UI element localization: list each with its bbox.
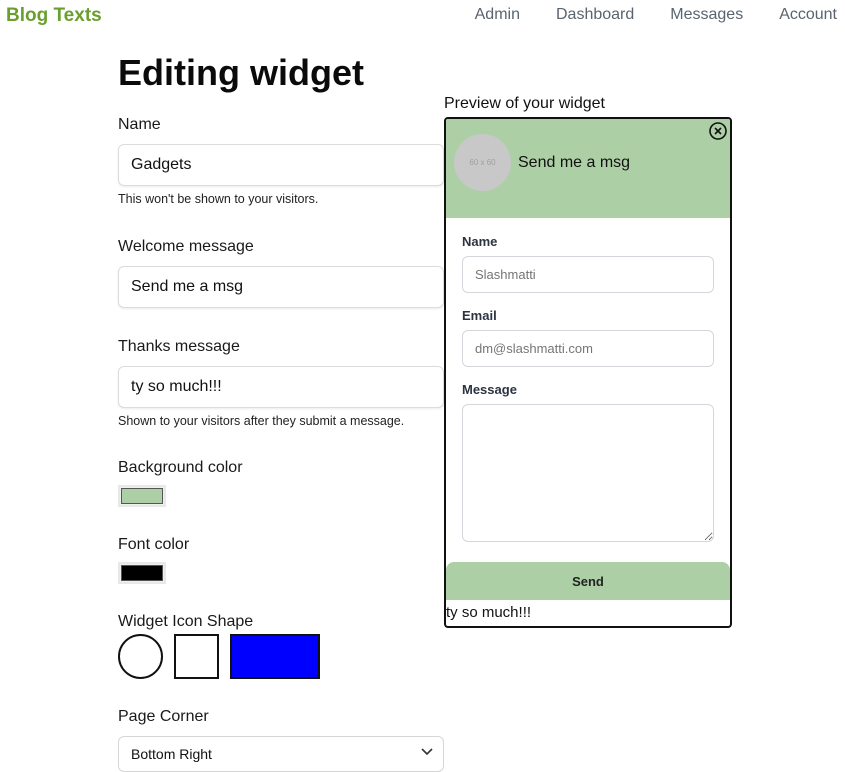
name-input[interactable]: [118, 144, 444, 186]
welcome-label: Welcome message: [118, 238, 254, 255]
nav-account[interactable]: Account: [779, 6, 837, 24]
preview-label: Preview of your widget: [444, 95, 605, 112]
font-color-label: Font color: [118, 536, 190, 553]
icon-shape-label: Widget Icon Shape: [118, 613, 254, 630]
brand-logo[interactable]: Blog Texts: [6, 5, 102, 27]
widget-title: Send me a msg: [518, 154, 631, 171]
font-color-swatch: [121, 565, 163, 581]
widget-name-input[interactable]: [462, 256, 714, 293]
thanks-input[interactable]: [118, 366, 444, 408]
shape-circle-option[interactable]: [118, 634, 163, 679]
send-button[interactable]: Send: [446, 562, 730, 600]
widget-email-input[interactable]: [462, 330, 714, 367]
widget-email-label: Email: [462, 308, 497, 323]
name-help: This won't be shown to your visitors.: [118, 192, 319, 206]
bg-color-label: Background color: [118, 459, 243, 476]
nav-messages[interactable]: Messages: [670, 6, 743, 24]
widget-message-textarea[interactable]: [462, 404, 714, 542]
widget-header: 60 x 60 Send me a msg: [446, 119, 730, 218]
nav-admin[interactable]: Admin: [475, 6, 520, 24]
name-label: Name: [118, 116, 161, 133]
corner-label: Page Corner: [118, 708, 209, 725]
page-title: Editing widget: [118, 52, 364, 93]
thanks-label: Thanks message: [118, 338, 240, 355]
widget-preview: 60 x 60 Send me a msg Name Email Message…: [444, 117, 732, 628]
shape-square-option[interactable]: [174, 634, 219, 679]
widget-body: Name Email Message: [446, 218, 730, 542]
corner-select-value: Bottom Right: [131, 746, 212, 762]
avatar-placeholder: 60 x 60: [454, 134, 511, 191]
top-nav: Admin Dashboard Messages Account: [475, 6, 837, 24]
widget-name-label: Name: [462, 234, 498, 249]
shape-rectangle-option[interactable]: [230, 634, 320, 679]
welcome-input[interactable]: [118, 266, 444, 308]
bg-color-swatch: [121, 488, 163, 504]
widget-form: Name This won't be shown to your visitor…: [118, 116, 444, 772]
font-color-picker[interactable]: [118, 562, 166, 584]
corner-select[interactable]: Bottom Right: [118, 736, 444, 772]
close-icon[interactable]: [708, 121, 728, 141]
nav-dashboard[interactable]: Dashboard: [556, 6, 634, 24]
widget-message-label: Message: [462, 382, 517, 397]
chevron-down-icon: [421, 748, 433, 756]
widget-thanks-text: ty so much!!!: [446, 604, 532, 621]
icon-shape-options: [118, 634, 444, 679]
thanks-help: Shown to your visitors after they submit…: [118, 414, 405, 428]
bg-color-picker[interactable]: [118, 485, 166, 507]
